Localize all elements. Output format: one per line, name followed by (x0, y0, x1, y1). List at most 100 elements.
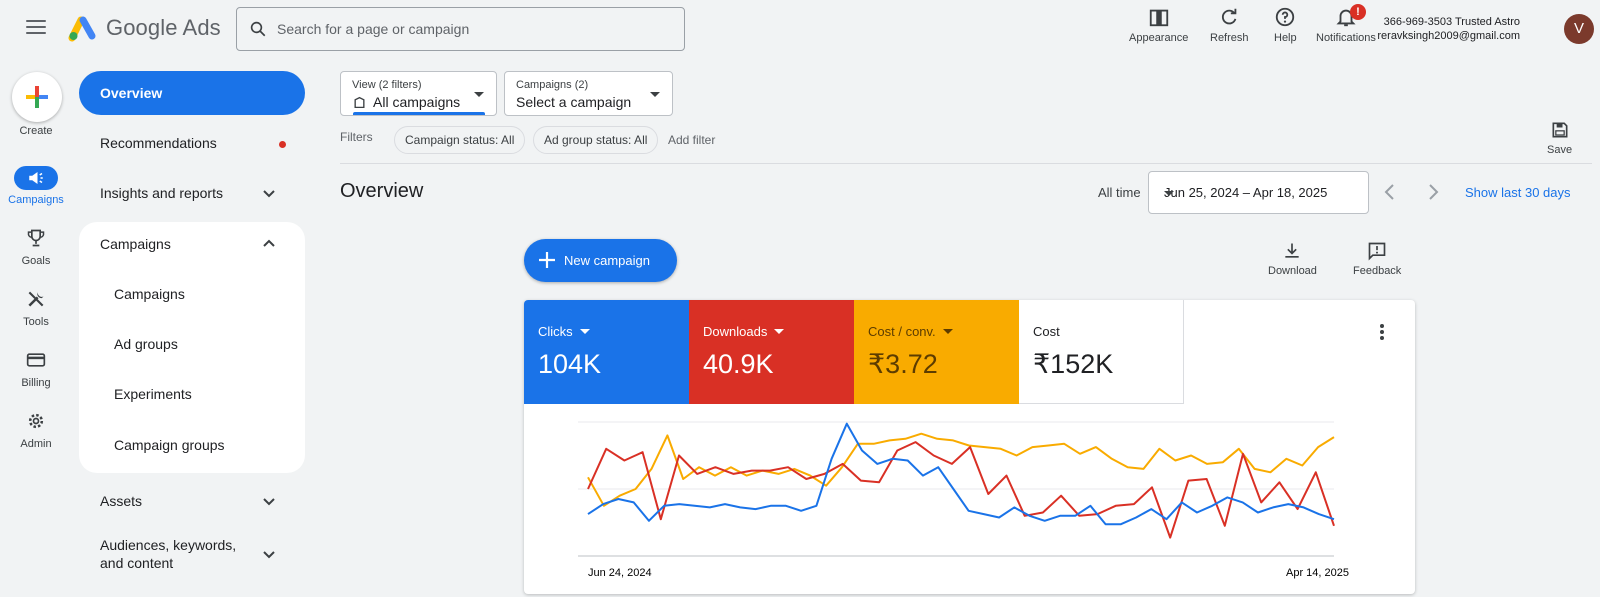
show-last-30-days-link[interactable]: Show last 30 days (1465, 185, 1571, 200)
search-icon (250, 21, 266, 37)
help-label: Help (1274, 32, 1297, 44)
appearance-button[interactable]: Appearance (1129, 6, 1188, 44)
save-button[interactable]: Save (1547, 120, 1572, 156)
chevron-left-icon[interactable] (1378, 180, 1402, 204)
date-range-dropdown[interactable]: Jun 25, 2024 – Apr 18, 2025 (1148, 171, 1369, 214)
nav-insights[interactable]: Insights and reports (79, 171, 305, 215)
metric-cost-per-conv-name: Cost / conv. (868, 324, 936, 339)
metric-cost[interactable]: Cost ₹152K (1019, 300, 1184, 404)
campaigns-dropdown-label: Campaigns (2) (516, 79, 589, 91)
performance-card: Clicks 104K Downloads 40.9K Cost / conv.… (524, 300, 1415, 594)
add-filter-link[interactable]: Add filter (668, 133, 715, 147)
metric-downloads-value: 40.9K (703, 349, 774, 379)
search-input[interactable] (277, 21, 657, 37)
rail-billing[interactable] (14, 348, 58, 372)
notifications-badge: ! (1350, 4, 1366, 20)
avatar[interactable]: V (1564, 14, 1594, 44)
nav-campaigns-group[interactable]: Campaigns (79, 222, 305, 266)
plus-icon (539, 252, 555, 268)
feedback-icon (1368, 242, 1386, 261)
chevron-up-icon (263, 239, 275, 247)
chip-adgroup-status[interactable]: Ad group status: All (533, 126, 659, 154)
download-icon (1285, 243, 1300, 258)
metric-clicks[interactable]: Clicks 104K (524, 300, 689, 404)
refresh-icon (1222, 8, 1237, 25)
download-button[interactable]: Download (1268, 241, 1317, 277)
series-line-cost-conv- (587, 432, 1335, 507)
new-campaign-label: New campaign (564, 253, 650, 268)
nav-recommendations-label: Recommendations (100, 135, 217, 151)
metric-cost-per-conv[interactable]: Cost / conv. ₹3.72 (854, 300, 1019, 404)
chart-lines (587, 422, 1335, 539)
nav-assets[interactable]: Assets (79, 479, 305, 523)
caret-down-icon (1164, 191, 1174, 196)
filters-label: Filters (340, 130, 373, 144)
rail-campaigns[interactable] (14, 166, 58, 190)
metric-cost-value: ₹152K (1033, 349, 1114, 379)
performance-chart: Jun 24, 2024 Apr 14, 2025 (578, 421, 1349, 579)
building-icon (354, 96, 365, 109)
caret-down-icon (474, 92, 484, 97)
rail-tools[interactable] (14, 287, 58, 311)
feedback-label: Feedback (1353, 265, 1402, 277)
chip-campaign-status[interactable]: Campaign status: All (394, 126, 526, 154)
account-email: reravksingh2009@gmail.com (1377, 30, 1520, 42)
nav-overview[interactable]: Overview (79, 71, 305, 115)
nav-sub-experiments[interactable]: Experiments (114, 379, 294, 409)
recommendations-dot (279, 141, 286, 148)
metric-downloads[interactable]: Downloads 40.9K (689, 300, 854, 404)
nav-sub-campaigns[interactable]: Campaigns (114, 279, 294, 309)
metric-clicks-name: Clicks (538, 324, 573, 339)
rail-goals[interactable] (14, 226, 58, 250)
product-name: Google Ads (106, 15, 221, 40)
account-id: 366-969-3503 Trusted Astro (1383, 16, 1520, 28)
create-button[interactable] (12, 72, 62, 122)
download-label: Download (1268, 265, 1317, 277)
x-tick-end: Apr 14, 2025 (1286, 567, 1349, 579)
gear-icon (28, 413, 44, 429)
more-vert-icon[interactable] (1374, 322, 1390, 342)
series-line-downloads (587, 441, 1335, 539)
view-dropdown[interactable]: View (2 filters) All campaigns (340, 71, 497, 116)
notifications-button[interactable]: ! Notifications (1316, 4, 1376, 44)
nav-audiences[interactable]: Audiences, keywords, and content (79, 532, 305, 576)
page-title: Overview (340, 180, 424, 202)
create-label: Create (19, 125, 53, 137)
nav-sub-ad-groups[interactable]: Ad groups (114, 329, 294, 359)
view-dropdown-value: All campaigns (373, 94, 461, 110)
menu-bar (26, 20, 46, 22)
chevron-down-icon (263, 551, 275, 559)
help-button[interactable]: Help (1274, 6, 1297, 44)
chevron-down-icon (263, 498, 275, 506)
new-campaign-button[interactable]: New campaign (524, 239, 677, 282)
menu-bar (26, 26, 46, 28)
rail-admin[interactable] (14, 409, 58, 433)
filters-divider (340, 163, 1592, 164)
nav-overview-label: Overview (100, 85, 163, 101)
feedback-button[interactable]: Feedback (1353, 241, 1401, 277)
megaphone-icon (29, 172, 43, 184)
rail-admin-label: Admin (20, 438, 52, 450)
caret-down-icon (579, 329, 590, 334)
save-label: Save (1547, 144, 1573, 156)
x-tick-start: Jun 24, 2024 (588, 567, 652, 579)
nav-assets-label: Assets (100, 493, 143, 509)
rail-campaigns-label: Campaigns (8, 194, 64, 206)
chevron-right-icon[interactable] (1421, 180, 1445, 204)
appearance-icon (1149, 9, 1168, 27)
appearance-label: Appearance (1129, 32, 1189, 44)
nav-recommendations[interactable]: Recommendations (79, 121, 305, 165)
menu-bar (26, 32, 46, 34)
nav-sub-campaign-groups[interactable]: Campaign groups (114, 430, 294, 460)
view-dropdown-label: View (2 filters) (352, 79, 422, 91)
metric-clicks-value: 104K (538, 349, 602, 379)
refresh-button[interactable]: Refresh (1210, 6, 1249, 44)
nav-audiences-label: Audiences, keywords, and content (100, 537, 237, 571)
main-menu-button[interactable] (22, 16, 50, 40)
account-info[interactable]: 366-969-3503 Trusted Astro reravksingh20… (1377, 15, 1520, 43)
campaigns-dropdown[interactable]: Campaigns (2) Select a campaign (504, 71, 673, 116)
search-bar[interactable] (236, 7, 685, 51)
credit-card-icon (26, 353, 46, 367)
caret-down-icon (650, 92, 660, 97)
view-dropdown-underline (353, 112, 485, 115)
